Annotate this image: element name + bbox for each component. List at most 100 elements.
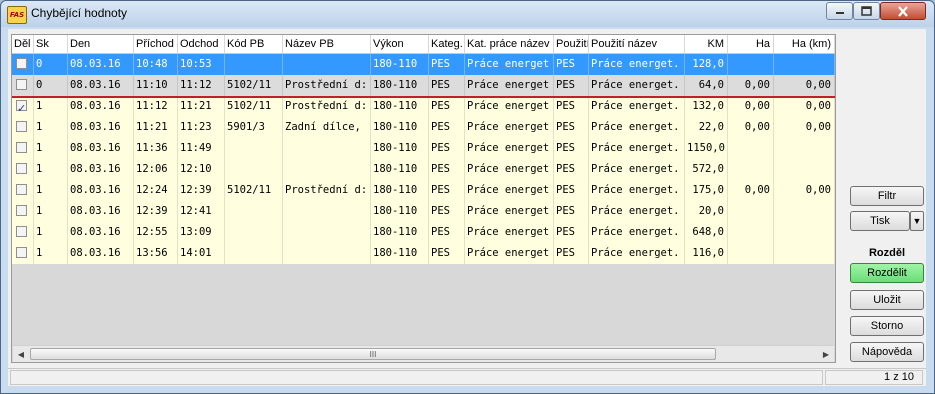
cell-vykon[interactable]: 180-110 — [371, 159, 429, 180]
cell-kateg[interactable]: PES — [429, 201, 465, 222]
print-dropdown-icon[interactable]: ▼ — [910, 211, 924, 231]
cell-pouziti-nazev[interactable]: Práce energet. — [589, 222, 685, 243]
cell-pouziti[interactable]: PES — [554, 201, 589, 222]
cell-ha[interactable]: 0,00 — [728, 117, 774, 138]
cell-prichod[interactable]: 11:10 — [134, 75, 178, 96]
cell-kod-pb[interactable]: 5102/11 — [225, 75, 283, 96]
cell-vykon[interactable]: 180-110 — [371, 180, 429, 201]
cell-pouziti-nazev[interactable]: Práce energet. — [589, 96, 685, 117]
row-checkbox[interactable] — [16, 58, 27, 69]
cell-prichod[interactable]: 13:56 — [134, 243, 178, 264]
column-header-pouziti[interactable]: Použití — [554, 35, 589, 53]
column-header-sk[interactable]: Sk — [34, 35, 68, 53]
cell-kat-prace[interactable]: Práce energet — [465, 243, 554, 264]
cell-pouziti[interactable]: PES — [554, 96, 589, 117]
cell-vykon[interactable]: 180-110 — [371, 117, 429, 138]
cell-nazev-pb[interactable]: Prostřední d: — [283, 96, 371, 117]
cell-sk[interactable]: 1 — [34, 180, 68, 201]
cell-km[interactable]: 22,0 — [685, 117, 728, 138]
cell-vykon[interactable]: 180-110 — [371, 54, 429, 75]
cell-pouziti[interactable]: PES — [554, 159, 589, 180]
cell-km[interactable]: 128,0 — [685, 54, 728, 75]
cell-pouziti-nazev[interactable]: Práce energet. — [589, 54, 685, 75]
column-header-pouziti-nazev[interactable]: Použití název — [589, 35, 685, 53]
row-checkbox[interactable] — [16, 79, 27, 90]
column-header-den[interactable]: Den — [68, 35, 134, 53]
cell-sk[interactable]: 1 — [34, 96, 68, 117]
cell-odchod[interactable]: 11:12 — [178, 75, 225, 96]
cell-nazev-pb[interactable] — [283, 138, 371, 159]
cell-pouziti-nazev[interactable]: Práce energet. — [589, 117, 685, 138]
cell-vykon[interactable]: 180-110 — [371, 222, 429, 243]
column-header-odchod[interactable]: Odchod — [178, 35, 225, 53]
split-button[interactable]: Rozdělit — [850, 263, 924, 283]
table-row[interactable]: 0 08.03.16 10:48 10:53 180-110 PES Práce energ… — [12, 54, 835, 75]
cell-kateg[interactable]: PES — [429, 117, 465, 138]
scroll-left-icon[interactable]: ◀ — [13, 346, 29, 362]
table-row[interactable]: 1 08.03.16 13:56 14:01 180-110 PES Práce energ… — [12, 243, 835, 264]
cell-kod-pb[interactable] — [225, 222, 283, 243]
cell-pouziti[interactable]: PES — [554, 180, 589, 201]
cell-odchod[interactable]: 12:10 — [178, 159, 225, 180]
column-header-ha[interactable]: Ha — [728, 35, 774, 53]
cell-kateg[interactable]: PES — [429, 138, 465, 159]
row-checkbox[interactable] — [16, 247, 27, 258]
cell-pouziti[interactable]: PES — [554, 138, 589, 159]
cell-nazev-pb[interactable]: Prostřední d: — [283, 75, 371, 96]
cell-den[interactable]: 08.03.16 — [68, 75, 134, 96]
cell-km[interactable]: 64,0 — [685, 75, 728, 96]
column-header-km[interactable]: KM — [685, 35, 728, 53]
cell-den[interactable]: 08.03.16 — [68, 201, 134, 222]
row-checkbox[interactable] — [16, 226, 27, 237]
cell-ha[interactable]: 0,00 — [728, 75, 774, 96]
cell-sk[interactable]: 1 — [34, 222, 68, 243]
cell-prichod[interactable]: 12:06 — [134, 159, 178, 180]
row-checkbox[interactable] — [16, 98, 27, 117]
cell-odchod[interactable]: 11:49 — [178, 138, 225, 159]
help-button[interactable]: Nápověda — [850, 342, 924, 362]
cell-kateg[interactable]: PES — [429, 180, 465, 201]
column-header-ha-km[interactable]: Ha (km) — [774, 35, 835, 53]
cell-vykon[interactable]: 180-110 — [371, 96, 429, 117]
cell-den[interactable]: 08.03.16 — [68, 243, 134, 264]
cell-km[interactable]: 572,0 — [685, 159, 728, 180]
data-grid[interactable]: Děl Sk Den Příchod Odchod Kód PB Název P… — [11, 34, 836, 363]
scroll-right-icon[interactable]: ▶ — [818, 346, 834, 362]
cell-odchod[interactable]: 12:41 — [178, 201, 225, 222]
scroll-thumb[interactable]: III — [30, 348, 716, 360]
row-checkbox[interactable] — [16, 142, 27, 153]
cell-sk[interactable]: 1 — [34, 201, 68, 222]
row-checkbox[interactable] — [16, 205, 27, 216]
cell-ha-km[interactable]: 0,00 — [774, 117, 835, 138]
cancel-button[interactable]: Storno — [850, 316, 924, 336]
cell-prichod[interactable]: 11:36 — [134, 138, 178, 159]
cell-ha-km[interactable]: 0,00 — [774, 96, 835, 117]
cell-kod-pb[interactable] — [225, 54, 283, 75]
cell-den[interactable]: 08.03.16 — [68, 138, 134, 159]
cell-pouziti[interactable]: PES — [554, 75, 589, 96]
cell-km[interactable]: 648,0 — [685, 222, 728, 243]
cell-ha-km[interactable] — [774, 138, 835, 159]
cell-den[interactable]: 08.03.16 — [68, 222, 134, 243]
cell-sk[interactable]: 1 — [34, 243, 68, 264]
cell-kod-pb[interactable] — [225, 201, 283, 222]
cell-vykon[interactable]: 180-110 — [371, 201, 429, 222]
close-button[interactable] — [880, 2, 926, 20]
cell-kateg[interactable]: PES — [429, 159, 465, 180]
cell-pouziti-nazev[interactable]: Práce energet. — [589, 138, 685, 159]
cell-pouziti-nazev[interactable]: Práce energet. — [589, 180, 685, 201]
cell-ha[interactable]: 0,00 — [728, 96, 774, 117]
cell-odchod[interactable]: 10:53 — [178, 54, 225, 75]
cell-kat-prace[interactable]: Práce energet — [465, 138, 554, 159]
cell-kod-pb[interactable]: 5102/11 — [225, 180, 283, 201]
cell-sk[interactable]: 1 — [34, 138, 68, 159]
cell-km[interactable]: 175,0 — [685, 180, 728, 201]
cell-odchod[interactable]: 12:39 — [178, 180, 225, 201]
cell-prichod[interactable]: 12:24 — [134, 180, 178, 201]
cell-km[interactable]: 1150,0 — [685, 138, 728, 159]
cell-nazev-pb[interactable] — [283, 243, 371, 264]
cell-ha[interactable] — [728, 54, 774, 75]
cell-kat-prace[interactable]: Práce energet — [465, 180, 554, 201]
table-row[interactable]: 108.03.1611:1211:215102/11Prostřední d:1… — [12, 96, 835, 117]
cell-kat-prace[interactable]: Práce energet — [465, 54, 554, 75]
